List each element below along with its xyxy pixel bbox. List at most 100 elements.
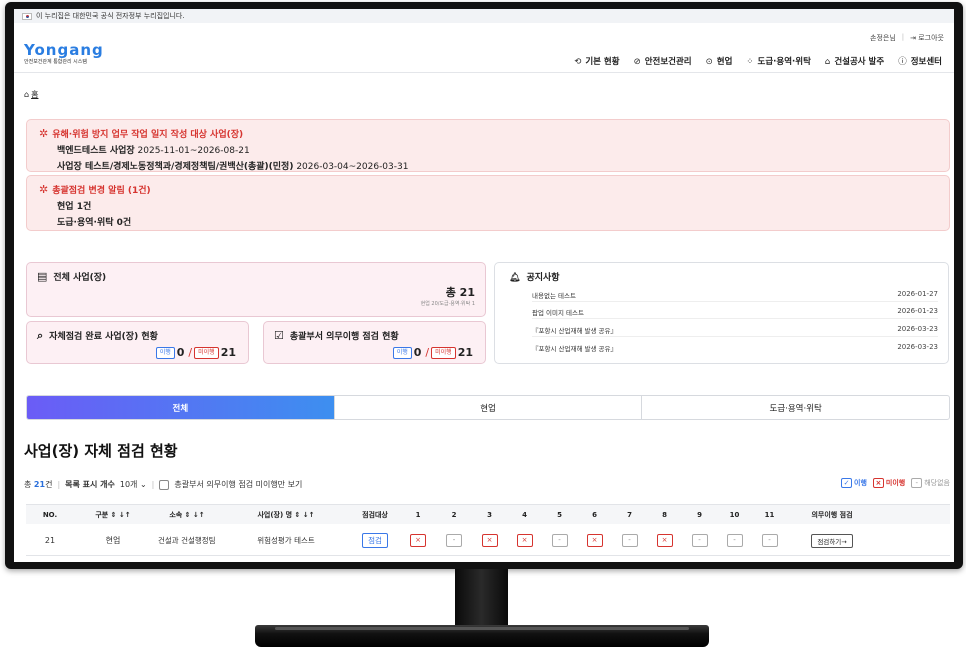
col-6: 6 bbox=[592, 510, 597, 519]
dots-icon: ⁘ bbox=[746, 57, 754, 67]
status-legend: ✓ 이행 × 미이행 - 해당없음 bbox=[841, 478, 950, 488]
col-name[interactable]: 사업(장) 명 ⇕ ↓↑ bbox=[222, 510, 350, 520]
col-1: 1 bbox=[415, 510, 421, 519]
notice-item-date: 2026-01-27 bbox=[897, 290, 938, 298]
self-check-card: ⌕ 자체점검 완료 사업(장) 현황 이행 0/미이행 21 bbox=[26, 321, 249, 364]
not-done-chip: 미이행 bbox=[431, 346, 456, 359]
nav-item-field[interactable]: ⊙ 현업 bbox=[706, 55, 733, 67]
notice-item[interactable]: 『포항시 산업재해 발생 공유』 2026-03-23 bbox=[532, 325, 938, 337]
nav-item-info[interactable]: ⓘ 정보센터 bbox=[898, 55, 942, 67]
hazard-alert-line2: 사업장 테스트/경제노동정책과/경제정책팀/권백산(총괄)(민정) 2026-0… bbox=[39, 159, 937, 175]
nav-item-safety[interactable]: ⊘ 안전보건관리 bbox=[634, 55, 692, 67]
total-sites-title-wrap: ▤ 전체 사업(장) bbox=[37, 270, 106, 283]
dash-icon: - bbox=[911, 478, 923, 488]
info-icon: ⓘ bbox=[898, 57, 907, 67]
chevron-down-icon: ⌄ bbox=[139, 480, 147, 489]
nav-item-contract[interactable]: ⁘ 도급·용역·위탁 bbox=[746, 55, 811, 67]
duty-cell: 점검하기→ bbox=[787, 533, 877, 548]
mark-cell: × bbox=[400, 534, 436, 547]
mark-cell: - bbox=[436, 534, 472, 547]
self-check-title: 자체점검 완료 사업(장) 현황 bbox=[49, 332, 158, 342]
notice-item-title: 『포항시 산업재해 발생 공유』 bbox=[532, 327, 617, 335]
category-tabs: 전체 현업 도급·용역·위탁 bbox=[26, 395, 950, 420]
change-line1: 현업 1건 bbox=[57, 202, 92, 212]
logout-button[interactable]: ⇥ 로그아웃 bbox=[910, 33, 944, 43]
shield-icon: ⊘ bbox=[633, 57, 641, 67]
notice-item-date: 2026-03-23 bbox=[897, 325, 938, 333]
tab-all[interactable]: 전체 bbox=[27, 396, 335, 419]
nav-label: 안전보건관리 bbox=[644, 57, 692, 67]
gov-banner-text: 이 누리집은 대한민국 공식 전자정부 누리집입니다. bbox=[36, 12, 185, 20]
col-3: 3 bbox=[487, 510, 492, 519]
filter-divider: | bbox=[57, 480, 61, 489]
mark-cell: × bbox=[507, 534, 542, 547]
nav-label: 건설공사 발주 bbox=[834, 57, 885, 67]
col-2: 2 bbox=[451, 510, 457, 519]
col-10: 10 bbox=[729, 510, 740, 519]
mark-11: - bbox=[761, 534, 778, 547]
not-done-count: 21 bbox=[220, 346, 236, 359]
logout-label: 로그아웃 bbox=[918, 34, 944, 42]
legend-done: ✓ 이행 bbox=[841, 478, 867, 488]
total-prefix: 총 bbox=[24, 480, 32, 489]
notice-item-date: 2026-01-23 bbox=[897, 307, 938, 315]
notice-item[interactable]: 팝업 이미지 테스트 2026-01-23 bbox=[532, 307, 938, 319]
total-sites-breakdown: 현업 20/도급·용역·위탁 1 bbox=[420, 301, 475, 307]
monitor-stand-neck bbox=[455, 569, 508, 625]
mark-8: × bbox=[656, 534, 673, 547]
filter-divider: | bbox=[151, 480, 155, 489]
nav-item-basic[interactable]: ⟲ 기본 현황 bbox=[574, 55, 619, 67]
breadcrumb-home-link[interactable]: 홈 bbox=[31, 90, 38, 99]
change-line2: 도급·용역·위탁 0건 bbox=[57, 218, 132, 228]
change-alert-title: 총괄점검 변경 알림 (1건) bbox=[52, 186, 151, 196]
bell-icon: 🔔︎ bbox=[509, 273, 521, 283]
logo-part3: ang bbox=[69, 41, 104, 59]
document-icon: ▤ bbox=[37, 270, 48, 283]
change-alert-line1: 현업 1건 bbox=[39, 199, 937, 215]
nav-label: 정보센터 bbox=[910, 57, 942, 67]
x-icon: × bbox=[872, 478, 884, 488]
tab-field[interactable]: 현업 bbox=[335, 396, 643, 419]
main-nav: ⟲ 기본 현황 ⊘ 안전보건관리 ⊙ 현업 ⁘ 도급·용역·위탁 ⌂ 건설공사 발주 ⓘ 정… bbox=[574, 55, 942, 67]
check-now-button[interactable]: 점검하기→ bbox=[811, 533, 853, 548]
tab-contract[interactable]: 도급·용역·위탁 bbox=[642, 396, 949, 419]
cell-dept: 건설과 건설행정팀 bbox=[158, 536, 216, 545]
legend-not-done: × 미이행 bbox=[872, 478, 905, 488]
unfulfilled-only-label: 총괄부서 의무이행 점검 미이행만 보기 bbox=[174, 480, 303, 489]
site-logo[interactable]: Yongang 안전보건관계 통합관리 시스템 bbox=[24, 41, 104, 66]
legend-done-label: 이행 bbox=[854, 479, 867, 487]
total-sites-card: ▤ 전체 사업(장) 총 21 현업 20/도급·용역·위탁 1 bbox=[26, 262, 486, 317]
not-done-count: 21 bbox=[457, 346, 473, 359]
mark-cell: - bbox=[752, 534, 787, 547]
nav-item-construction[interactable]: ⌂ 건설공사 발주 bbox=[825, 55, 884, 67]
col-type[interactable]: 구분 ⇕ ↓↑ bbox=[74, 510, 152, 520]
mark-1: × bbox=[410, 534, 426, 547]
inspect-button[interactable]: 점검 bbox=[362, 533, 388, 548]
nav-label: 도급·용역·위탁 bbox=[757, 57, 811, 67]
logo-part2: g bbox=[57, 41, 70, 59]
col-no: NO. bbox=[42, 510, 58, 519]
ratio-slash: / bbox=[425, 346, 430, 359]
legend-na: - 해당없음 bbox=[911, 478, 950, 488]
gov-banner: 이 누리집은 대한민국 공식 전자정부 누리집입니다. bbox=[14, 9, 954, 23]
col-8: 8 bbox=[662, 510, 667, 519]
duty-check-title: 총괄부서 의무이행 점검 현황 bbox=[289, 332, 399, 342]
cell-target: 점검 bbox=[350, 533, 400, 548]
col-dept[interactable]: 소속 ⇕ ↓↑ bbox=[152, 510, 222, 520]
mark-6: × bbox=[586, 534, 603, 547]
hazard-alert: ✲ 유해·위험 방지 업무 작업 일지 작성 대상 사업(장) 백엔드테스트 사업… bbox=[26, 119, 950, 172]
line2-dates: 2026-03-04~2026-03-31 bbox=[293, 162, 409, 172]
notice-item[interactable]: 『포항시 산업재해 발생 공유』 2026-03-23 bbox=[532, 343, 938, 355]
cell-name[interactable]: 위험성평가 테스트 bbox=[222, 535, 350, 546]
notice-title-wrap: 🔔︎ 공지사항 bbox=[509, 270, 560, 283]
notice-item-title: 『포항시 산업재해 발생 공유』 bbox=[532, 345, 617, 353]
notice-item[interactable]: 내용없는 테스트 2026-01-27 bbox=[532, 290, 938, 302]
user-name: 손정은님 bbox=[870, 34, 896, 42]
list-size-select[interactable]: 10개 ⌄ bbox=[120, 479, 147, 490]
self-check-title-wrap: ⌕ 자체점검 완료 사업(장) 현황 bbox=[37, 329, 158, 343]
clipboard-check-icon: ☑ bbox=[274, 329, 284, 342]
unfulfilled-only-checkbox[interactable] bbox=[159, 479, 170, 490]
logo-part1: Yon bbox=[24, 41, 58, 59]
line2-bold: 사업장 테스트/경제노동정책과/경제정책팀/권백산(총괄)(민정) bbox=[57, 162, 294, 172]
mark-2: - bbox=[446, 534, 462, 547]
